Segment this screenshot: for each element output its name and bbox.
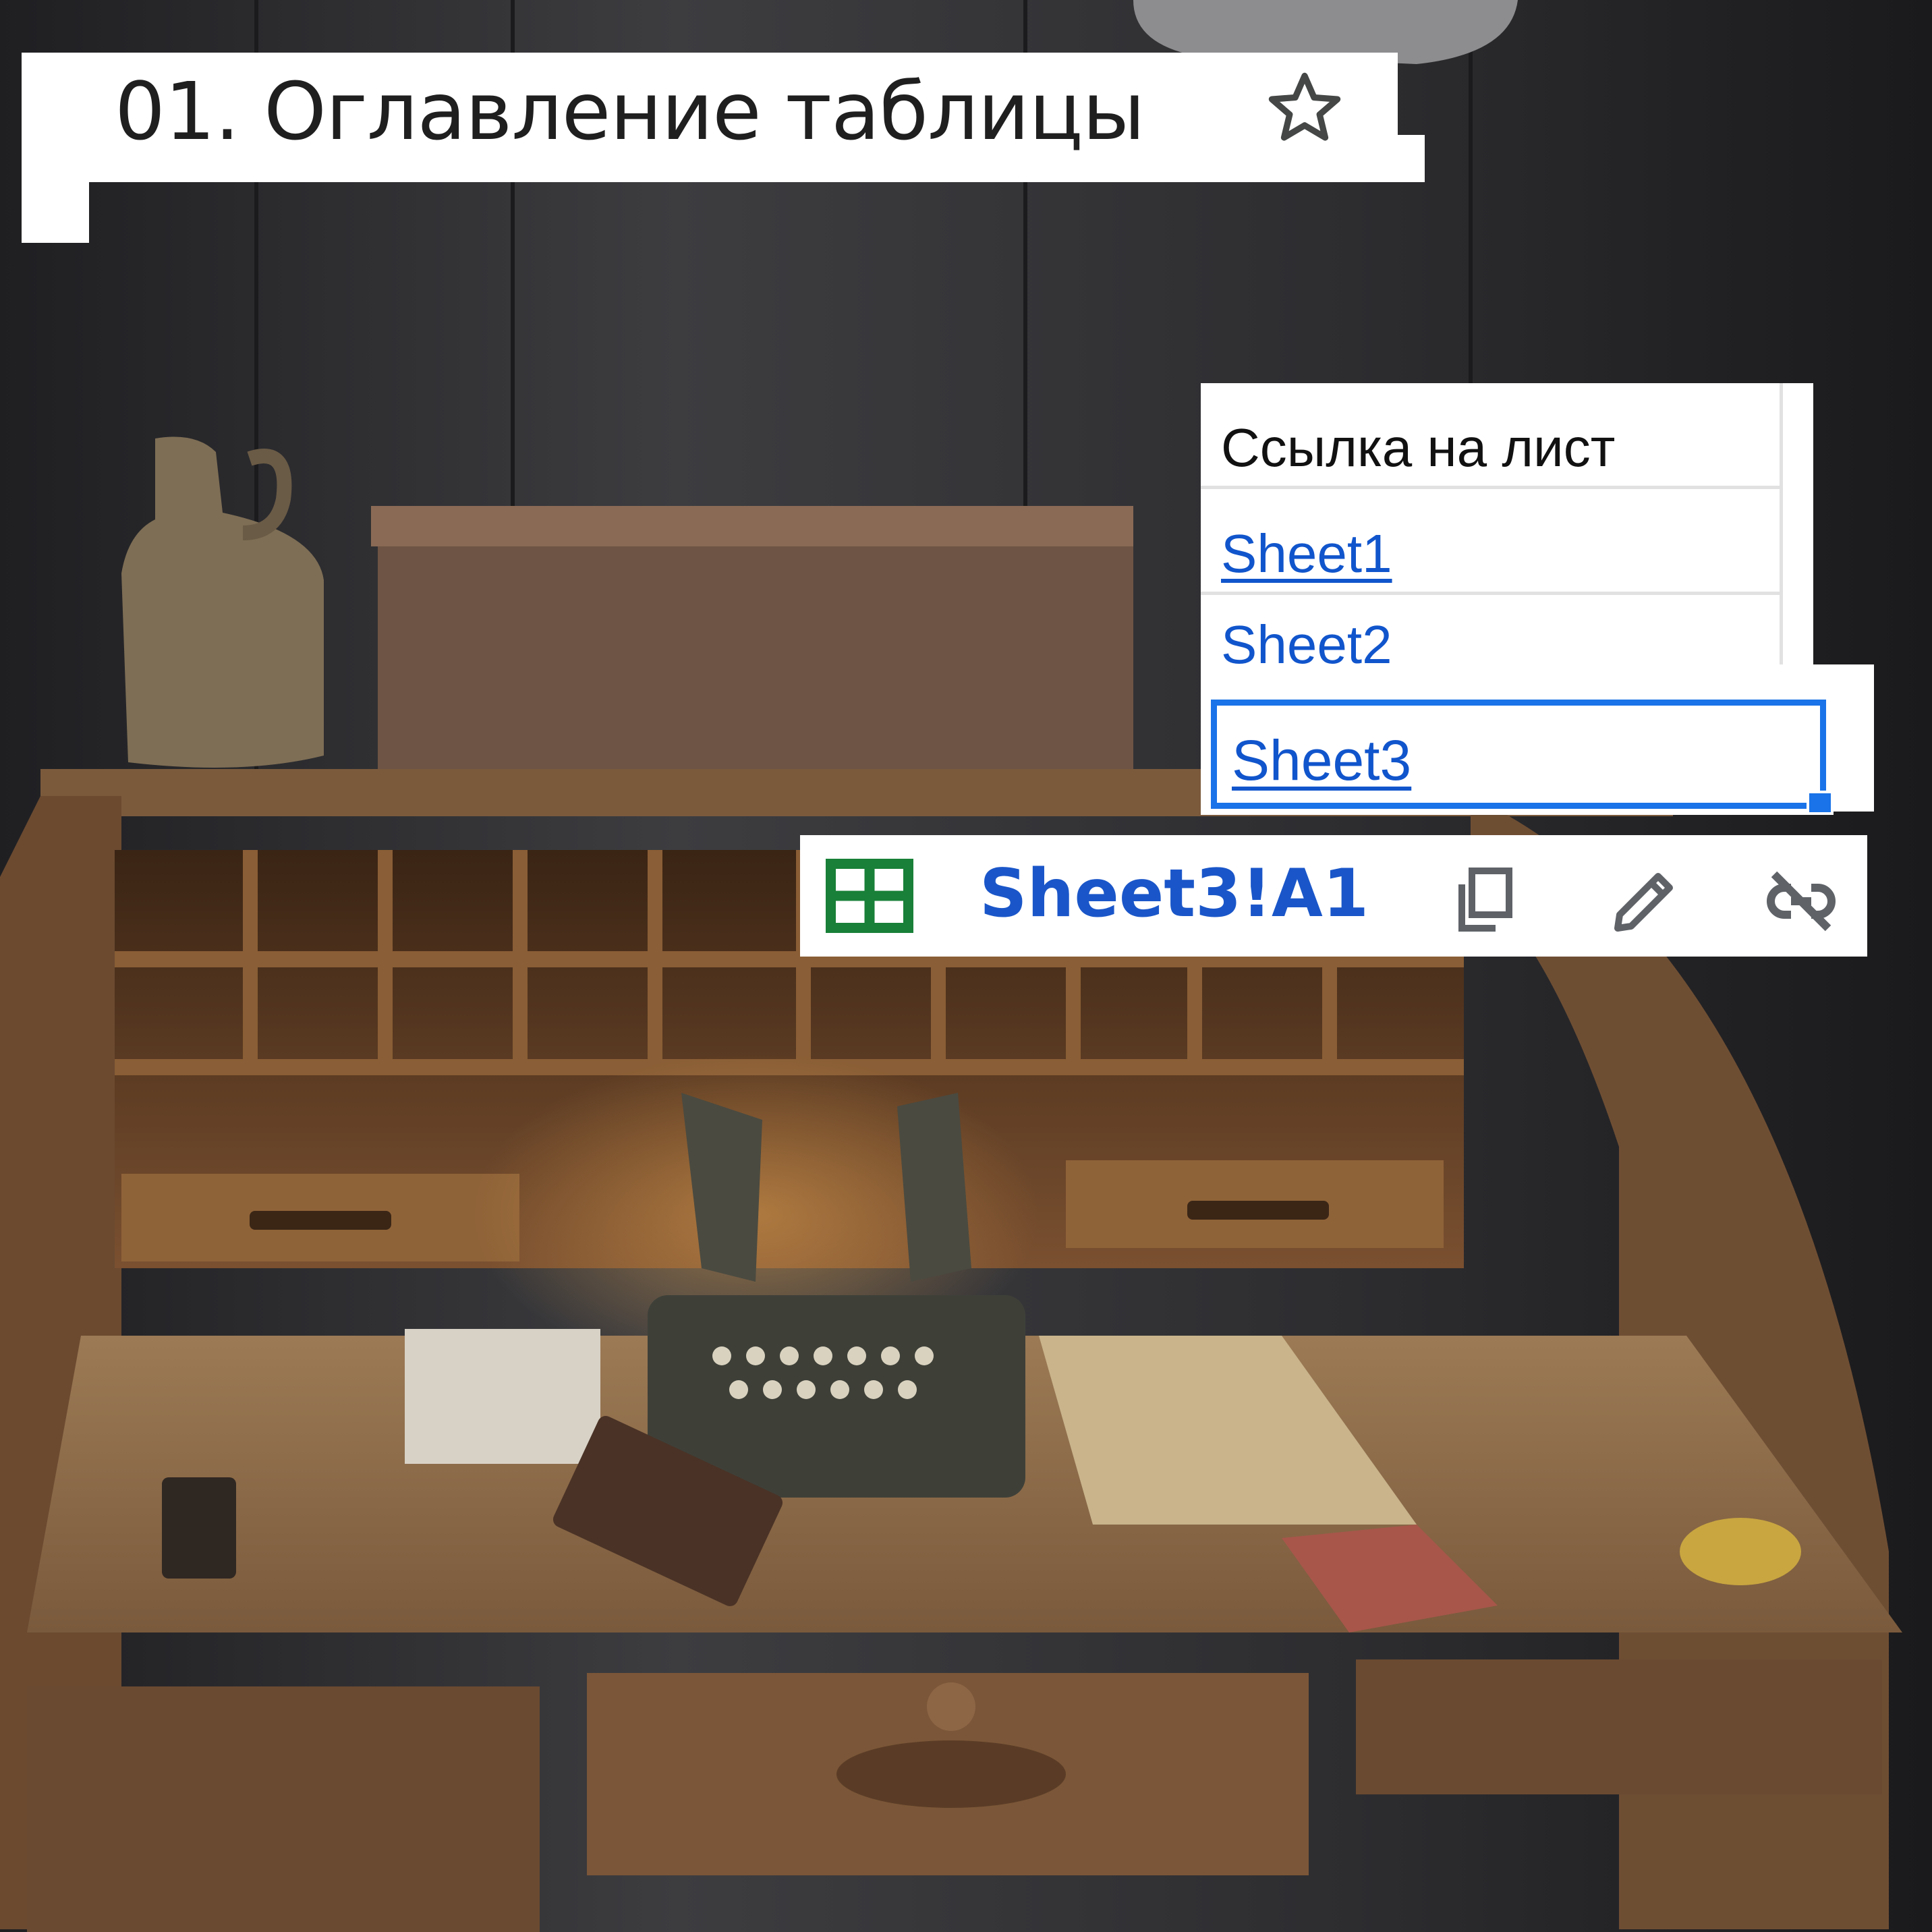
fill-handle[interactable] <box>1807 791 1834 815</box>
document-title[interactable]: 01. Оглавление таблицы <box>115 65 1145 158</box>
star-icon[interactable] <box>1263 66 1346 150</box>
sheet-link-3[interactable]: Sheet3 <box>1232 728 1411 793</box>
table-row[interactable]: Sheet1 <box>1201 489 1780 595</box>
selected-cell[interactable]: Sheet3 <box>1211 700 1826 809</box>
title-bar-corner <box>22 169 89 243</box>
link-target[interactable]: Sheet3!A1 <box>979 855 1369 932</box>
sheet-link-1[interactable]: Sheet1 <box>1221 523 1392 585</box>
pencil-icon[interactable] <box>1604 861 1685 942</box>
copy-icon[interactable] <box>1445 861 1526 942</box>
grid-column-border <box>1780 383 1813 680</box>
header-label: Ссылка на лист <box>1221 418 1616 478</box>
google-sheets-icon <box>826 859 913 933</box>
link-off-icon[interactable] <box>1761 861 1842 942</box>
background-photo <box>0 0 1932 1932</box>
table-header-cell[interactable]: Ссылка на лист <box>1201 383 1780 489</box>
